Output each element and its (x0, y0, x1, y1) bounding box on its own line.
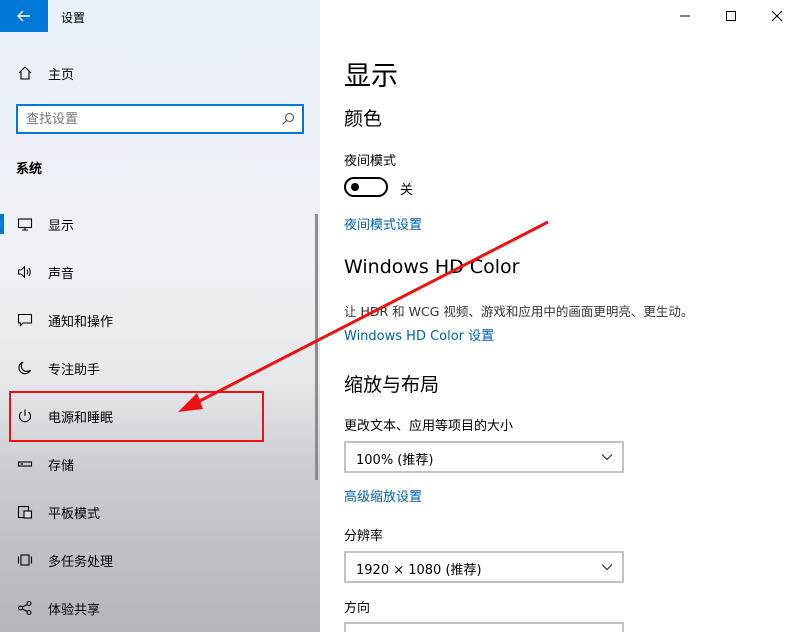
back-button[interactable] (0, 0, 48, 32)
night-mode-state: 关 (400, 183, 414, 198)
maximize-button[interactable] (708, 0, 754, 32)
content-pane: 显示 颜色 夜间模式 关 夜间模式设置 Windows HD Color 让 H… (320, 0, 800, 632)
tablet-icon (16, 503, 34, 521)
minimize-button[interactable] (662, 0, 708, 32)
orientation-label: 方向 (344, 601, 371, 616)
sidebar-item-label: 多任务处理 (48, 554, 114, 570)
sidebar-item-label: 主页 (48, 67, 75, 83)
annotation-highlight-box (9, 391, 264, 442)
app-title: 设置 (61, 11, 86, 25)
hd-color-settings-link[interactable]: Windows HD Color 设置 (344, 325, 494, 344)
night-mode-toggle[interactable] (344, 177, 388, 197)
sidebar-item-label: 存储 (48, 458, 75, 474)
resolution-dropdown[interactable]: 1920 × 1080 (推荐) (344, 551, 624, 583)
minimize-icon (680, 15, 690, 17)
sidebar-item-label: 显示 (48, 218, 75, 234)
sidebar-item-label: 平板模式 (48, 506, 101, 522)
sidebar-item-display[interactable]: 显示 (0, 206, 316, 242)
sidebar-item-home[interactable]: 主页 (0, 55, 316, 91)
scale-value: 100% (推荐) (356, 453, 434, 468)
sidebar-item-label: 通知和操作 (48, 314, 114, 330)
sidebar-scrollbar[interactable] (315, 214, 318, 480)
scale-layout-heading: 缩放与布局 (344, 374, 440, 396)
notification-icon (16, 311, 34, 329)
scale-dropdown[interactable]: 100% (推荐) (344, 441, 624, 473)
chevron-down-icon (601, 564, 613, 571)
sidebar-item-shared-experiences[interactable]: 体验共享 (0, 590, 316, 626)
sidebar-item-notifications[interactable]: 通知和操作 (0, 302, 316, 338)
search-input[interactable] (26, 110, 266, 128)
back-arrow-icon (17, 10, 30, 22)
hd-color-heading: Windows HD Color (344, 256, 520, 278)
page-title: 显示 (344, 61, 398, 92)
moon-icon (16, 359, 34, 377)
scale-label: 更改文本、应用等项目的大小 (344, 419, 514, 434)
resolution-value: 1920 × 1080 (推荐) (356, 563, 482, 578)
sidebar-item-label: 体验共享 (48, 602, 101, 618)
sidebar: 设置 主页 系统 显示 声音 通知和操作 (0, 0, 320, 632)
orientation-dropdown[interactable] (344, 622, 624, 632)
home-icon (16, 64, 34, 82)
sidebar-item-label: 声音 (48, 266, 75, 282)
resolution-label: 分辨率 (344, 529, 384, 544)
section-title: 系统 (16, 162, 43, 177)
advanced-scaling-link[interactable]: 高级缩放设置 (344, 486, 422, 505)
close-icon (771, 10, 783, 22)
multitask-icon (16, 551, 34, 569)
search-box[interactable] (16, 104, 304, 134)
night-mode-label: 夜间模式 (344, 154, 397, 169)
chevron-down-icon (601, 454, 613, 461)
sidebar-item-sound[interactable]: 声音 (0, 254, 316, 290)
sidebar-item-storage[interactable]: 存储 (0, 446, 316, 482)
hd-color-description: 让 HDR 和 WCG 视频、游戏和应用中的画面更明亮、更生动。 (344, 304, 694, 319)
close-button[interactable] (754, 0, 800, 32)
speaker-icon (16, 263, 34, 281)
night-mode-settings-link[interactable]: 夜间模式设置 (344, 214, 422, 233)
color-heading: 颜色 (344, 108, 383, 130)
sidebar-item-multitasking[interactable]: 多任务处理 (0, 542, 316, 578)
sidebar-item-focus-assist[interactable]: 专注助手 (0, 350, 316, 386)
toggle-knob (351, 183, 359, 191)
sidebar-item-label: 专注助手 (48, 362, 101, 378)
share-icon (16, 599, 34, 617)
storage-icon (16, 455, 34, 473)
maximize-icon (726, 11, 736, 21)
monitor-icon (16, 215, 34, 233)
sidebar-item-tablet-mode[interactable]: 平板模式 (0, 494, 316, 530)
search-icon[interactable] (280, 111, 296, 127)
